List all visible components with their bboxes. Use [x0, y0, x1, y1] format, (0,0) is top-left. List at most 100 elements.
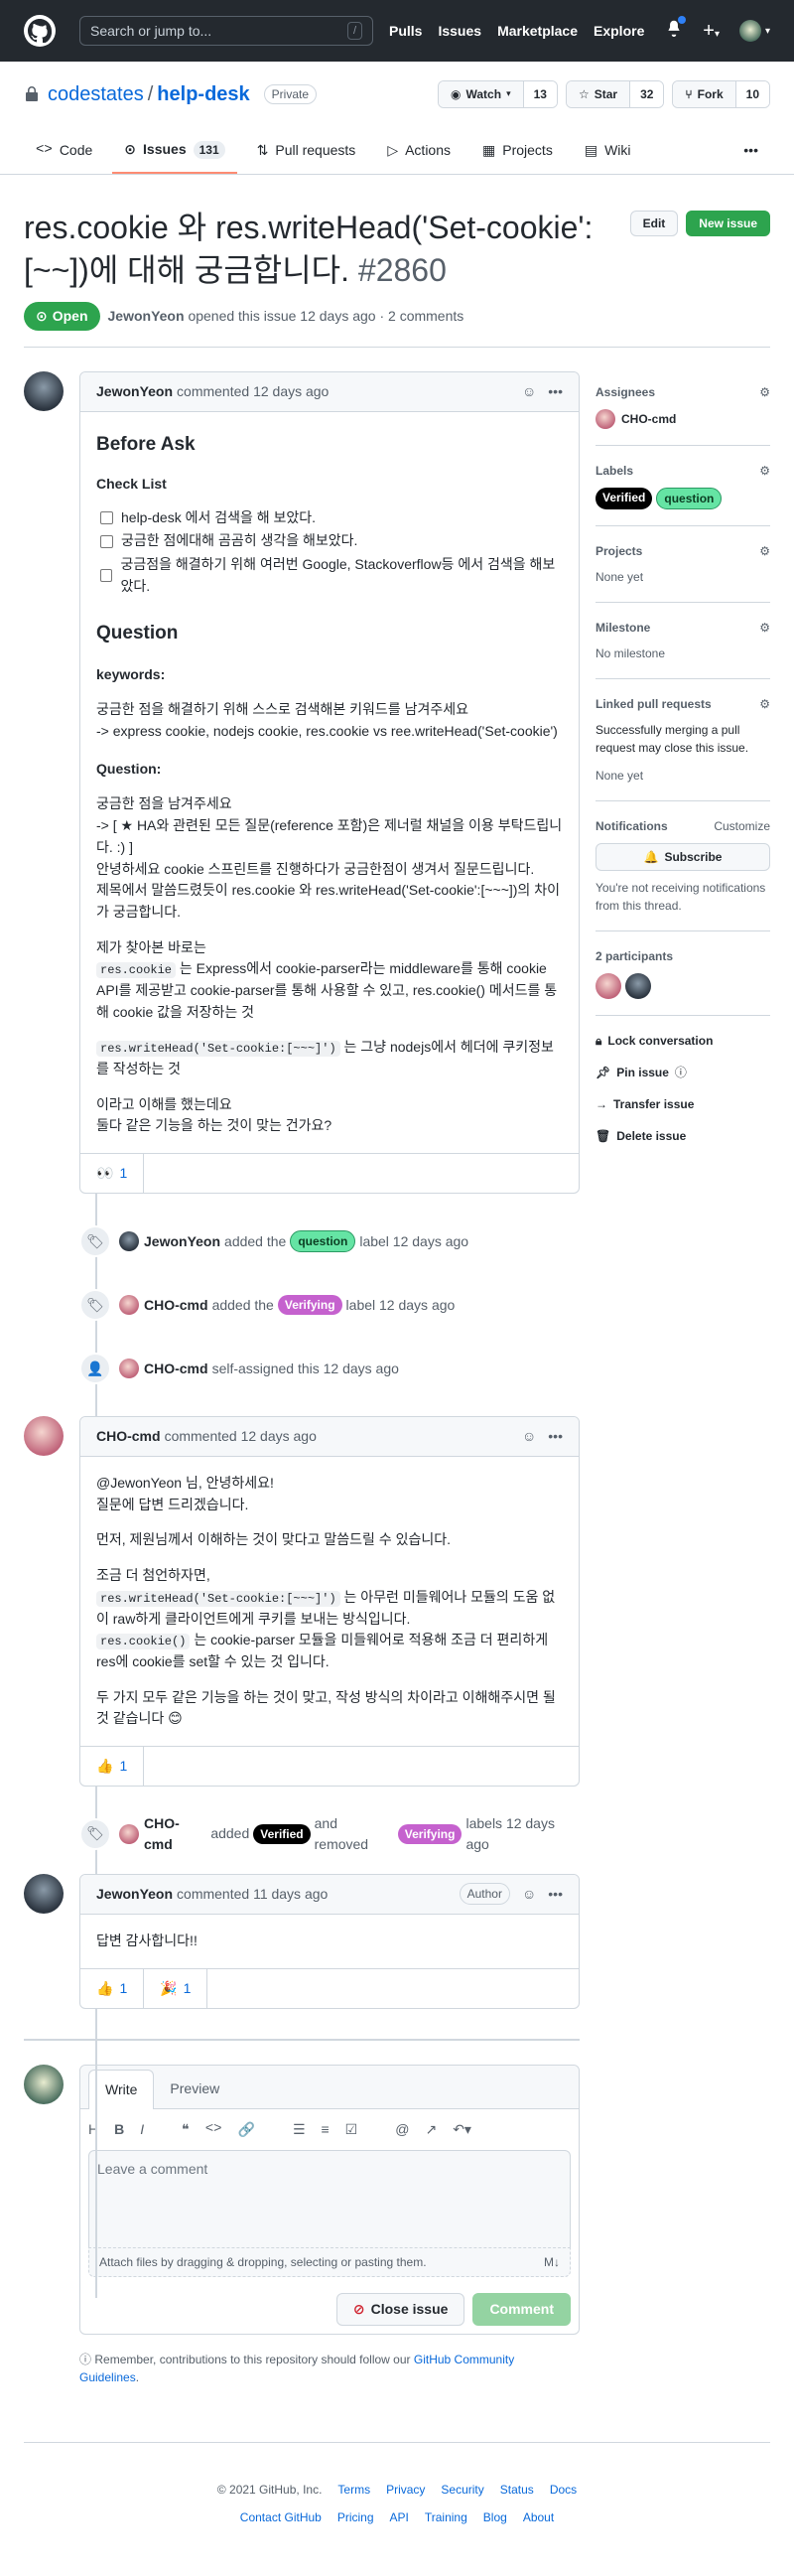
- cross-reference-icon[interactable]: ↗: [425, 2119, 437, 2140]
- ordered-list-icon[interactable]: ≡: [322, 2119, 330, 2140]
- linked-prs-title[interactable]: Linked pull requests: [596, 695, 712, 713]
- unordered-list-icon[interactable]: ☰: [293, 2119, 306, 2140]
- markdown-icon[interactable]: M↓: [544, 2253, 560, 2271]
- comment-submit-button[interactable]: Comment: [472, 2292, 571, 2326]
- user-avatar-menu[interactable]: ▾: [738, 20, 770, 42]
- delete-issue-button[interactable]: 🗑︎ Delete issue: [596, 1127, 770, 1145]
- task-list-icon[interactable]: ☑: [345, 2119, 358, 2140]
- checkbox[interactable]: [100, 569, 113, 583]
- smiley-icon[interactable]: ☺: [522, 1884, 536, 1905]
- issue-author-link[interactable]: JewonYeon: [108, 308, 185, 324]
- tab-actions[interactable]: ▷ Actions: [375, 131, 463, 174]
- more-tabs-button[interactable]: •••: [731, 131, 770, 174]
- gear-icon[interactable]: ⚙: [759, 695, 770, 713]
- comment-time[interactable]: commented 12 days ago: [177, 381, 329, 402]
- footer-link-docs[interactable]: Docs: [550, 2481, 577, 2499]
- fork-button[interactable]: ⑂ Fork 10: [672, 80, 770, 108]
- tab-projects[interactable]: ▦ Projects: [470, 131, 565, 174]
- avatar[interactable]: [119, 1295, 139, 1316]
- event-actor[interactable]: JewonYeon: [144, 1231, 220, 1252]
- gear-icon[interactable]: ⚙: [759, 383, 770, 401]
- nav-explore[interactable]: Explore: [594, 21, 644, 42]
- label-question[interactable]: question: [290, 1230, 356, 1253]
- edit-button[interactable]: Edit: [629, 211, 679, 236]
- tab-preview[interactable]: Preview: [154, 2070, 235, 2108]
- reaction-thumbsup-button[interactable]: 👍 1: [80, 1968, 145, 2008]
- comment-author[interactable]: CHO-cmd: [96, 1426, 161, 1447]
- gear-icon[interactable]: ⚙: [759, 542, 770, 560]
- kebab-horizontal-icon[interactable]: •••: [548, 1884, 563, 1905]
- pin-issue-button[interactable]: 📌︎ Pin issue ⓘ: [596, 1064, 770, 1081]
- code-icon[interactable]: <>: [205, 2119, 222, 2140]
- quote-icon[interactable]: ❝: [182, 2119, 190, 2140]
- create-new-plus-icon[interactable]: +▾: [703, 16, 720, 46]
- avatar[interactable]: [24, 2064, 64, 2104]
- avatar[interactable]: [625, 973, 651, 1000]
- kebab-horizontal-icon[interactable]: •••: [548, 1426, 563, 1447]
- event-actor[interactable]: CHO-cmd: [144, 1359, 208, 1379]
- comment-time[interactable]: commented 12 days ago: [165, 1426, 317, 1447]
- footer-link-terms[interactable]: Terms: [337, 2481, 370, 2499]
- lock-conversation-button[interactable]: 🔒︎ Lock conversation: [596, 1032, 770, 1050]
- checkbox[interactable]: [100, 510, 113, 524]
- event-actor[interactable]: CHO-cmd: [144, 1295, 208, 1316]
- avatar[interactable]: [24, 371, 64, 412]
- new-issue-button[interactable]: New issue: [686, 211, 770, 236]
- notifications-bell-icon[interactable]: [665, 16, 687, 43]
- tab-code[interactable]: <> Code: [24, 131, 104, 174]
- footer-link-status[interactable]: Status: [500, 2481, 534, 2499]
- smiley-icon[interactable]: ☺: [522, 381, 536, 402]
- gear-icon[interactable]: ⚙: [759, 619, 770, 637]
- reaction-eyes-button[interactable]: 👀 1: [80, 1154, 145, 1194]
- kebab-horizontal-icon[interactable]: •••: [548, 381, 563, 402]
- italic-icon[interactable]: I: [140, 2119, 144, 2140]
- avatar[interactable]: [119, 1231, 139, 1252]
- label-verified[interactable]: Verified: [253, 1823, 311, 1844]
- fork-count[interactable]: 10: [735, 81, 769, 107]
- tab-wiki[interactable]: ▤ Wiki: [573, 131, 643, 174]
- tab-pull-requests[interactable]: ⇅ Pull requests: [245, 131, 368, 174]
- projects-title[interactable]: Projects: [596, 542, 642, 560]
- nav-pulls[interactable]: Pulls: [389, 21, 422, 42]
- mention-icon[interactable]: @: [395, 2119, 409, 2140]
- search-input[interactable]: Search or jump to... /: [79, 16, 373, 46]
- github-logo-icon[interactable]: [24, 15, 56, 47]
- assignees-title[interactable]: Assignees: [596, 383, 655, 401]
- avatar[interactable]: [119, 1823, 139, 1844]
- gear-icon[interactable]: ⚙: [759, 462, 770, 480]
- watch-button[interactable]: ◉ Watch ▾ 13: [438, 80, 558, 108]
- reaction-thumbsup-button[interactable]: 👍 1: [80, 1746, 145, 1786]
- avatar[interactable]: [24, 1873, 64, 1914]
- label-question[interactable]: question: [656, 488, 723, 510]
- close-issue-button[interactable]: ⊘ Close issue: [335, 2292, 465, 2326]
- star-count[interactable]: 32: [630, 81, 664, 107]
- repo-name-link[interactable]: help-desk: [157, 79, 249, 109]
- reply-icon[interactable]: ↶▾: [453, 2119, 471, 2140]
- footer-link-security[interactable]: Security: [441, 2481, 483, 2499]
- label-verified[interactable]: Verified: [596, 488, 653, 510]
- avatar[interactable]: [24, 1416, 64, 1457]
- comment-textarea[interactable]: Leave a comment: [88, 2149, 571, 2247]
- star-button[interactable]: ☆ Star 32: [565, 80, 665, 108]
- checkbox[interactable]: [100, 534, 113, 548]
- tab-write[interactable]: Write: [88, 2069, 155, 2109]
- labels-title[interactable]: Labels: [596, 462, 633, 480]
- watch-count[interactable]: 13: [523, 81, 557, 107]
- customize-link[interactable]: Customize: [714, 817, 770, 835]
- milestone-title[interactable]: Milestone: [596, 619, 650, 637]
- nav-marketplace[interactable]: Marketplace: [497, 21, 578, 42]
- assignee-name[interactable]: CHO-cmd: [621, 410, 676, 428]
- event-actor[interactable]: CHO-cmd: [144, 1813, 206, 1855]
- avatar[interactable]: [119, 1359, 139, 1379]
- footer-link-privacy[interactable]: Privacy: [386, 2481, 425, 2499]
- attach-files-area[interactable]: Attach files by dragging & dropping, sel…: [88, 2246, 571, 2277]
- label-verifying[interactable]: Verifying: [277, 1295, 342, 1316]
- link-icon[interactable]: 🔗: [238, 2119, 255, 2140]
- comment-author[interactable]: JewonYeon: [96, 1884, 173, 1905]
- smiley-icon[interactable]: ☺: [522, 1426, 536, 1447]
- reaction-tada-button[interactable]: 🎉 1: [144, 1968, 208, 2008]
- nav-issues[interactable]: Issues: [438, 21, 481, 42]
- label-verifying[interactable]: Verifying: [397, 1823, 463, 1844]
- tab-issues[interactable]: ⊙ Issues 131: [112, 131, 237, 174]
- repo-owner-link[interactable]: codestates: [48, 79, 144, 109]
